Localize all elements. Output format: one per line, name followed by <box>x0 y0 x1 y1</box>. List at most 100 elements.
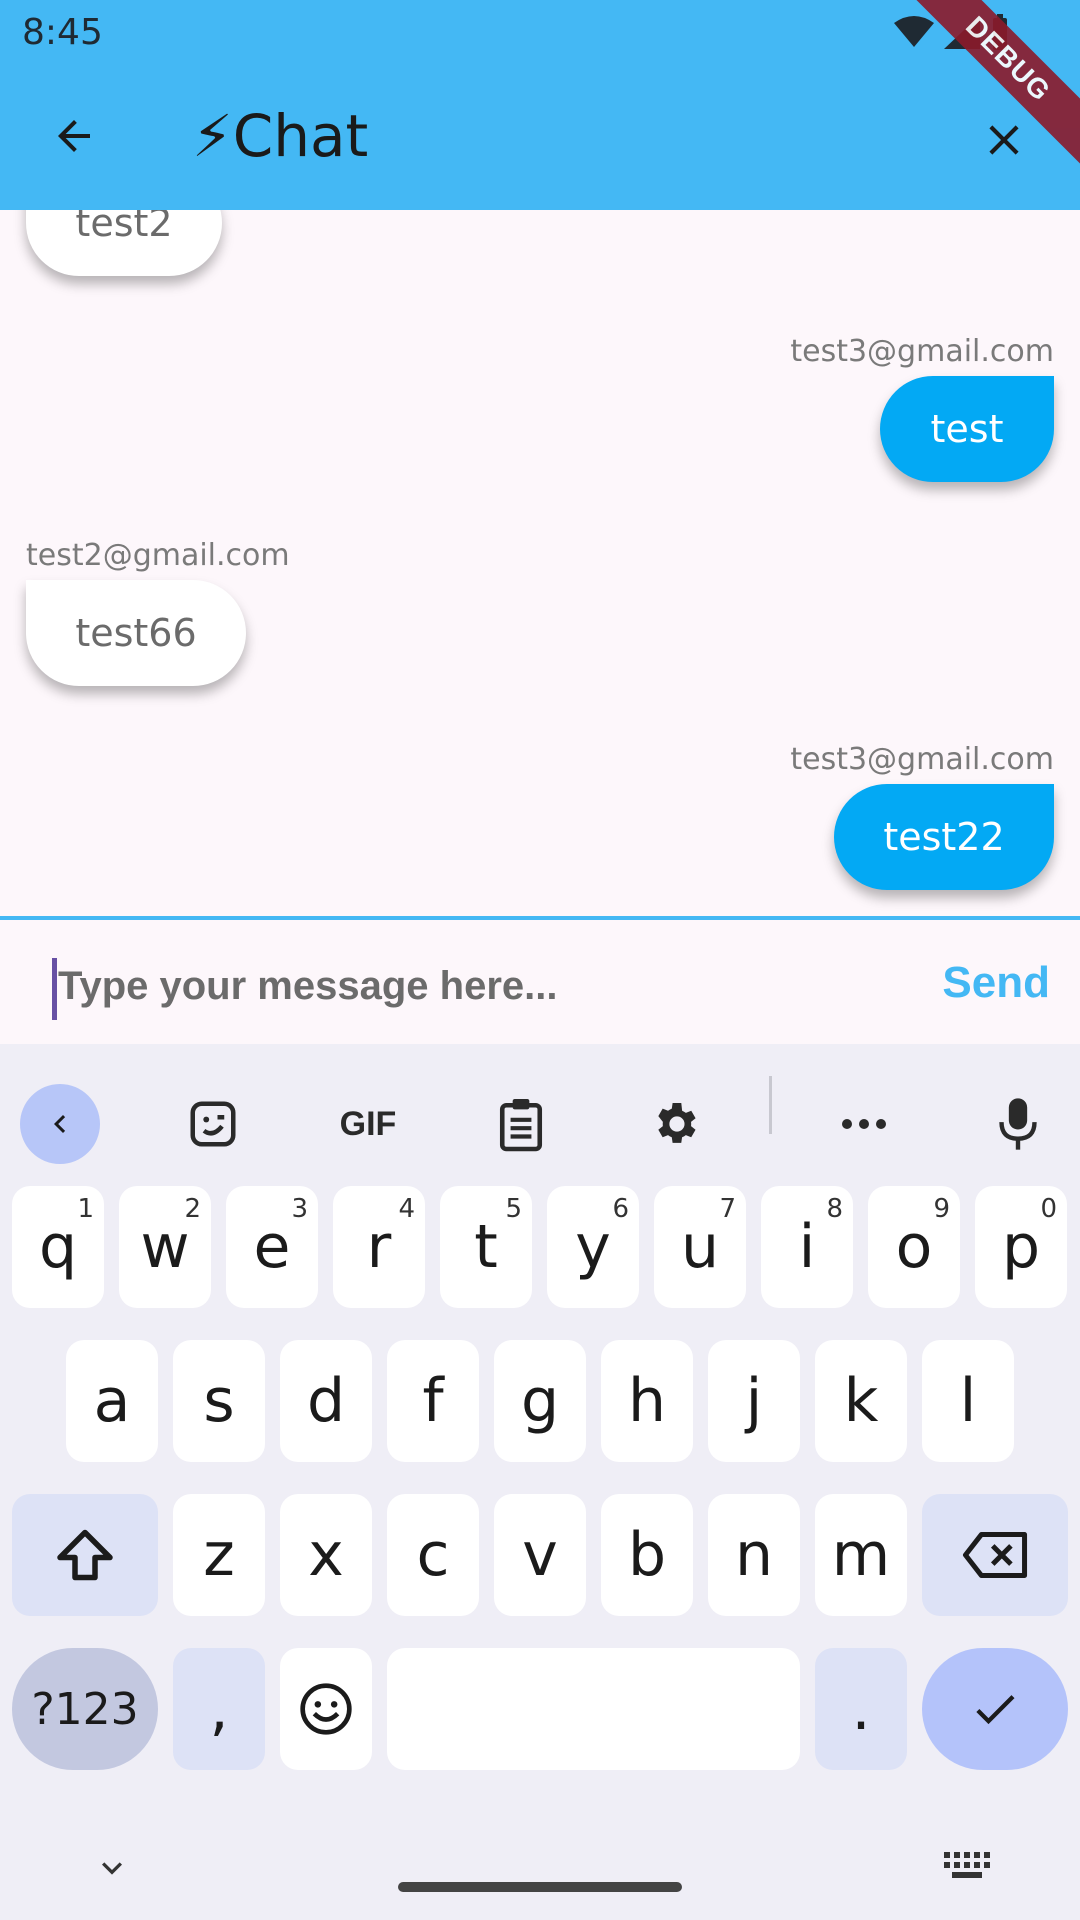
key-label: o <box>895 1212 933 1282</box>
period-key[interactable]: . <box>815 1648 907 1770</box>
symbols-key[interactable]: ?123 <box>12 1648 158 1770</box>
send-button[interactable]: Send <box>942 958 1050 1008</box>
key-r[interactable]: r4 <box>333 1186 425 1308</box>
message-composer: Type your message here... Send <box>0 916 1080 1044</box>
key-m[interactable]: m <box>815 1494 907 1616</box>
more-button[interactable] <box>824 1084 904 1164</box>
key-s[interactable]: s <box>173 1340 265 1462</box>
key-z[interactable]: z <box>173 1494 265 1616</box>
key-label: l <box>959 1366 977 1436</box>
key-hint: 2 <box>184 1194 201 1224</box>
page-title: ⚡Chat <box>192 102 369 170</box>
more-icon <box>842 1119 886 1129</box>
shift-icon <box>57 1529 113 1581</box>
gif-button[interactable]: GIF <box>326 1084 410 1164</box>
key-j[interactable]: j <box>708 1340 800 1462</box>
status-time: 8:45 <box>22 12 103 53</box>
key-label: u <box>680 1212 720 1282</box>
message-sender: test2@gmail.com <box>26 538 290 573</box>
close-icon <box>989 125 1019 155</box>
key-label: k <box>843 1366 879 1436</box>
key-hint: 8 <box>826 1194 843 1224</box>
key-label: a <box>93 1366 131 1436</box>
message-sender: test3@gmail.com <box>790 742 1054 777</box>
key-x[interactable]: x <box>280 1494 372 1616</box>
key-k[interactable]: k <box>815 1340 907 1462</box>
key-v[interactable]: v <box>494 1494 586 1616</box>
key-label: e <box>253 1212 291 1282</box>
key-label: f <box>422 1366 444 1436</box>
key-o[interactable]: o9 <box>868 1186 960 1308</box>
close-button[interactable] <box>968 104 1040 176</box>
message-bubble[interactable]: test66 <box>26 580 246 686</box>
enter-key[interactable] <box>922 1648 1068 1770</box>
arrow-back-icon <box>58 120 90 152</box>
key-b[interactable]: b <box>601 1494 693 1616</box>
voice-input-button[interactable] <box>978 1084 1058 1164</box>
key-hint: 6 <box>612 1194 629 1224</box>
key-l[interactable]: l <box>922 1340 1014 1462</box>
key-label: m <box>831 1520 891 1590</box>
key-hint: 5 <box>505 1194 522 1224</box>
key-g[interactable]: g <box>494 1340 586 1462</box>
key-c[interactable]: c <box>387 1494 479 1616</box>
key-h[interactable]: h <box>601 1340 693 1462</box>
key-label: d <box>306 1366 346 1436</box>
message-list[interactable]: test2 test3@gmail.com test test2@gmail.c… <box>0 210 1080 916</box>
key-label: s <box>203 1366 235 1436</box>
key-label: b <box>627 1520 667 1590</box>
key-y[interactable]: y6 <box>547 1186 639 1308</box>
key-e[interactable]: e3 <box>226 1186 318 1308</box>
key-label: x <box>308 1520 344 1590</box>
key-p[interactable]: p0 <box>975 1186 1067 1308</box>
key-f[interactable]: f <box>387 1340 479 1462</box>
space-key[interactable] <box>387 1648 800 1770</box>
comma-key[interactable]: , <box>173 1648 265 1770</box>
key-u[interactable]: u7 <box>654 1186 746 1308</box>
message-bubble[interactable]: test2 <box>26 210 222 276</box>
key-t[interactable]: t5 <box>440 1186 532 1308</box>
settings-button[interactable] <box>635 1084 715 1164</box>
message-bubble[interactable]: test22 <box>834 784 1054 890</box>
message-bubble[interactable]: test <box>880 376 1054 482</box>
key-label: v <box>522 1520 558 1590</box>
backspace-key[interactable] <box>922 1494 1068 1616</box>
key-d[interactable]: d <box>280 1340 372 1462</box>
key-label: r <box>366 1212 392 1282</box>
message-input[interactable]: Type your message here... <box>58 964 557 1009</box>
sticker-button[interactable] <box>173 1084 253 1164</box>
key-hint: 7 <box>719 1194 736 1224</box>
clipboard-button[interactable] <box>481 1084 561 1164</box>
shift-key[interactable] <box>12 1494 158 1616</box>
hide-keyboard-button[interactable] <box>92 1848 132 1888</box>
key-label: c <box>416 1520 450 1590</box>
key-i[interactable]: i8 <box>761 1186 853 1308</box>
key-a[interactable]: a <box>66 1340 158 1462</box>
key-label: g <box>520 1366 560 1436</box>
key-hint: 3 <box>291 1194 308 1224</box>
key-label: p <box>1001 1212 1041 1282</box>
gear-icon <box>658 1102 696 1143</box>
key-label: n <box>734 1520 774 1590</box>
gesture-nav-handle[interactable] <box>398 1882 682 1892</box>
key-hint: 1 <box>77 1194 94 1224</box>
emoji-key[interactable] <box>280 1648 372 1770</box>
key-label: z <box>203 1520 235 1590</box>
key-q[interactable]: q1 <box>12 1186 104 1308</box>
key-n[interactable]: n <box>708 1494 800 1616</box>
back-button[interactable] <box>38 100 110 172</box>
key-label: y <box>575 1212 611 1282</box>
sticker-icon <box>190 1101 236 1147</box>
chevron-left-icon <box>54 1115 66 1133</box>
key-label: w <box>140 1212 190 1282</box>
keyboard-back-button[interactable] <box>20 1084 100 1164</box>
key-label: i <box>798 1212 816 1282</box>
app-bar: 8:45 DEBUG ⚡Chat <box>0 0 1080 210</box>
text-cursor <box>52 958 57 1020</box>
switch-keyboard-button[interactable] <box>944 1852 992 1888</box>
keyboard-icon <box>944 1852 990 1878</box>
key-label: h <box>627 1366 667 1436</box>
key-label: t <box>474 1212 498 1282</box>
key-w[interactable]: w2 <box>119 1186 211 1308</box>
message-sender: test3@gmail.com <box>790 334 1054 369</box>
